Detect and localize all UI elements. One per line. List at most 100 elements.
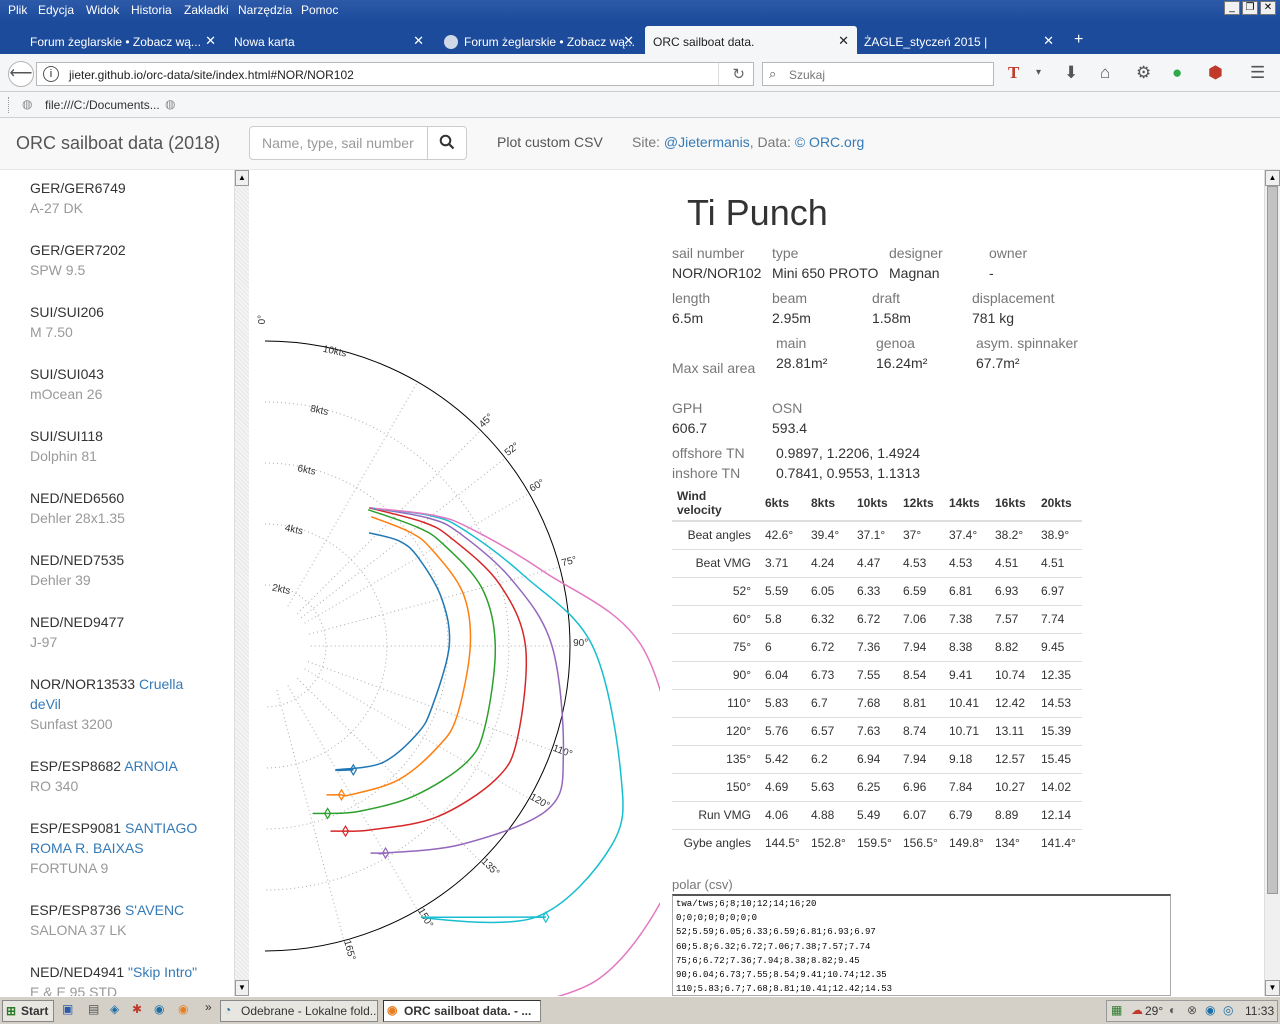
check-circle-icon[interactable]: ● — [1172, 63, 1182, 83]
tray-icon[interactable]: ◉ — [1205, 1003, 1215, 1017]
close-tab-icon[interactable]: ✕ — [838, 33, 849, 49]
reload-icon[interactable]: ↻ — [732, 65, 745, 83]
sail-number-value: NOR/NOR102 — [672, 265, 762, 281]
boat-list-item[interactable]: GER/GER6749 A-27 DK — [30, 178, 220, 218]
new-tab-button[interactable]: + — [1066, 26, 1096, 54]
author-link[interactable]: @Jietermanis — [664, 134, 750, 150]
download-icon[interactable]: ⬇ — [1064, 63, 1078, 83]
minimize-icon[interactable]: _ — [1224, 1, 1240, 15]
boat-list-item[interactable]: NOR/NOR13533 Cruella deVil Sunfast 3200 — [30, 674, 220, 734]
translate-t-icon[interactable]: T — [1008, 63, 1019, 83]
site-brand[interactable]: ORC sailboat data (2018) — [16, 133, 220, 154]
sidebar-scrollbar[interactable]: ▲ ▼ — [234, 170, 249, 996]
table-cell: 14.53 — [1036, 688, 1082, 717]
restore-icon[interactable]: ❐ — [1242, 1, 1258, 15]
menu-historia[interactable]: Historia — [131, 3, 172, 17]
page-scrollbar[interactable]: ▲ ▼ — [1264, 170, 1280, 996]
polar-spoke — [287, 685, 418, 911]
tab-zagle[interactable]: ŻAGLE_styczeń 2015 | ✕ — [856, 26, 1062, 54]
more-chevron-icon[interactable]: » — [205, 1000, 212, 1014]
tab-forum-1[interactable]: Forum żeglarskie • Zobacz wą... ✕ — [22, 26, 224, 54]
chevron-down-icon[interactable]: ▾ — [1036, 67, 1041, 78]
task-firefox-active[interactable]: ◉ ORC sailboat data. - ... — [383, 1000, 541, 1022]
menu-pomoc[interactable]: Pomoc — [301, 3, 338, 17]
firefox-icon[interactable]: ◉ — [178, 1002, 188, 1016]
table-cell: 6.93 — [990, 576, 1036, 605]
boat-search-input[interactable]: Name, type, sail number — [249, 126, 428, 160]
boat-search-button[interactable] — [427, 126, 467, 160]
tab-orc-active[interactable]: ORC sailboat data. ✕ — [645, 26, 857, 54]
search-placeholder: Name, type, sail number — [262, 135, 414, 151]
boat-list-item[interactable]: ESP/ESP9081 SANTIAGO ROMA R. BAIXAS FORTUN… — [30, 818, 220, 878]
adblock-icon[interactable]: ⬢ — [1208, 63, 1223, 83]
close-tab-icon[interactable]: ✕ — [623, 33, 634, 49]
gear-icon[interactable]: ⚙ — [1136, 63, 1151, 83]
tray-icon[interactable]: ◐ — [1169, 1003, 1176, 1017]
boat-list-item[interactable]: SUI/SUI206 M 7.50 — [30, 302, 220, 342]
close-tab-icon[interactable]: ✕ — [413, 33, 424, 49]
tab-new[interactable]: Nowa karta ✕ — [226, 26, 432, 54]
tray-icon[interactable]: ⊗ — [1187, 1003, 1197, 1017]
quicklaunch-icon[interactable]: ◈ — [110, 1002, 119, 1016]
orc-link[interactable]: © ORC.org — [795, 134, 864, 150]
bookmark-file[interactable]: file:///C:/Documents... — [45, 98, 160, 112]
hamburger-menu-icon[interactable]: ☰ — [1250, 63, 1265, 83]
scroll-down-arrow-icon[interactable]: ▼ — [235, 980, 249, 996]
boat-name: Cruella — [138, 676, 184, 692]
quicklaunch-icon[interactable]: ▤ — [88, 1002, 99, 1016]
start-button[interactable]: ⊞ Start — [2, 1000, 54, 1022]
scroll-up-arrow-icon[interactable]: ▲ — [235, 170, 249, 186]
scroll-down-arrow-icon[interactable]: ▼ — [1265, 980, 1280, 996]
site-info: Site: @Jietermanis, Data: © ORC.org — [632, 134, 864, 150]
sail-number-label: sail number — [672, 245, 745, 261]
tab-forum-2[interactable]: Forum żeglarskie • Zobacz wą... ✕ — [436, 26, 642, 54]
menu-zakladki[interactable]: Zakładki — [184, 3, 229, 17]
info-icon[interactable]: i — [43, 66, 59, 82]
boat-list-item[interactable]: SUI/SUI043 mOcean 26 — [30, 364, 220, 404]
boat-list-item[interactable]: NED/NED6560 Dehler 28x1.35 — [30, 488, 220, 528]
task-outlook[interactable]: ◔ Odebrane - Lokalne fold... — [220, 1000, 378, 1022]
table-cell: 12.42 — [990, 688, 1036, 717]
table-cell: 6 — [760, 632, 806, 661]
menu-narzedzia[interactable]: Narzędzia — [238, 3, 292, 17]
url-bar[interactable]: i jieter.github.io/orc-data/site/index.h… — [36, 62, 754, 86]
menu-widok[interactable]: Widok — [86, 3, 119, 17]
table-cell: 12.57 — [990, 744, 1036, 773]
table-cell: 134° — [990, 828, 1036, 857]
close-tab-icon[interactable]: ✕ — [205, 33, 216, 49]
table-cell: 3.71 — [760, 548, 806, 577]
csv-line: 52;5.59;6.05;6.33;6.59;6.81;6.93;6.97 — [676, 927, 876, 938]
quicklaunch-icon[interactable]: ✱ — [132, 1002, 142, 1016]
back-button[interactable]: ⟵ — [8, 61, 34, 87]
scroll-up-arrow-icon[interactable]: ▲ — [1265, 170, 1280, 186]
home-icon[interactable]: ⌂ — [1100, 63, 1110, 83]
boat-list-item[interactable]: NED/NED7535 Dehler 39 — [30, 550, 220, 590]
boat-name: S'AVENC — [124, 902, 185, 918]
plot-custom-csv-link[interactable]: Plot custom CSV — [497, 134, 603, 150]
boat-list-item[interactable]: NED/NED9477 J-97 — [30, 612, 220, 652]
tray-icon[interactable]: ◎ — [1223, 1003, 1233, 1017]
boat-sail-number: NED/NED9477 — [30, 614, 125, 630]
boat-list-item[interactable]: GER/GER7202 SPW 9.5 — [30, 240, 220, 280]
menu-plik[interactable]: Plik — [8, 3, 27, 17]
site-navbar: ORC sailboat data (2018) Name, type, sai… — [0, 118, 1280, 170]
weather-icon[interactable]: ☁ — [1131, 1003, 1143, 1017]
close-icon[interactable]: ✕ — [1260, 1, 1276, 15]
globe-icon[interactable]: ◍ — [165, 97, 175, 111]
tray-icon[interactable]: ▦ — [1111, 1003, 1122, 1017]
boat-list-item[interactable]: ESP/ESP8736 S'AVENC SALONA 37 LK — [30, 900, 220, 940]
boat-list-item[interactable]: NED/NED4941 "Skip Intro" E & E 95 STD — [30, 962, 220, 996]
scrollbar-thumb[interactable] — [1267, 186, 1278, 894]
quicklaunch-icon[interactable]: ▣ — [62, 1002, 73, 1016]
polar-csv-label: polar (csv) — [672, 877, 733, 892]
row-label: 120° — [672, 716, 760, 745]
browser-search-input[interactable]: ⌕ Szukaj — [762, 62, 994, 86]
polar-csv-textarea[interactable]: twa/tws;6;8;10;12;14;16;20 0;0;0;0;0;0;0;… — [672, 894, 1171, 996]
boat-list-item[interactable]: ESP/ESP8682 ARNOIA RO 340 — [30, 756, 220, 796]
boat-name-cont: ROMA R. BAIXAS — [30, 840, 144, 856]
menu-edycja[interactable]: Edycja — [38, 3, 74, 17]
close-tab-icon[interactable]: ✕ — [1043, 33, 1054, 49]
boat-list-item[interactable]: SUI/SUI118 Dolphin 81 — [30, 426, 220, 466]
table-cell: 6.81 — [944, 576, 990, 605]
quicklaunch-icon[interactable]: ◉ — [154, 1002, 164, 1016]
